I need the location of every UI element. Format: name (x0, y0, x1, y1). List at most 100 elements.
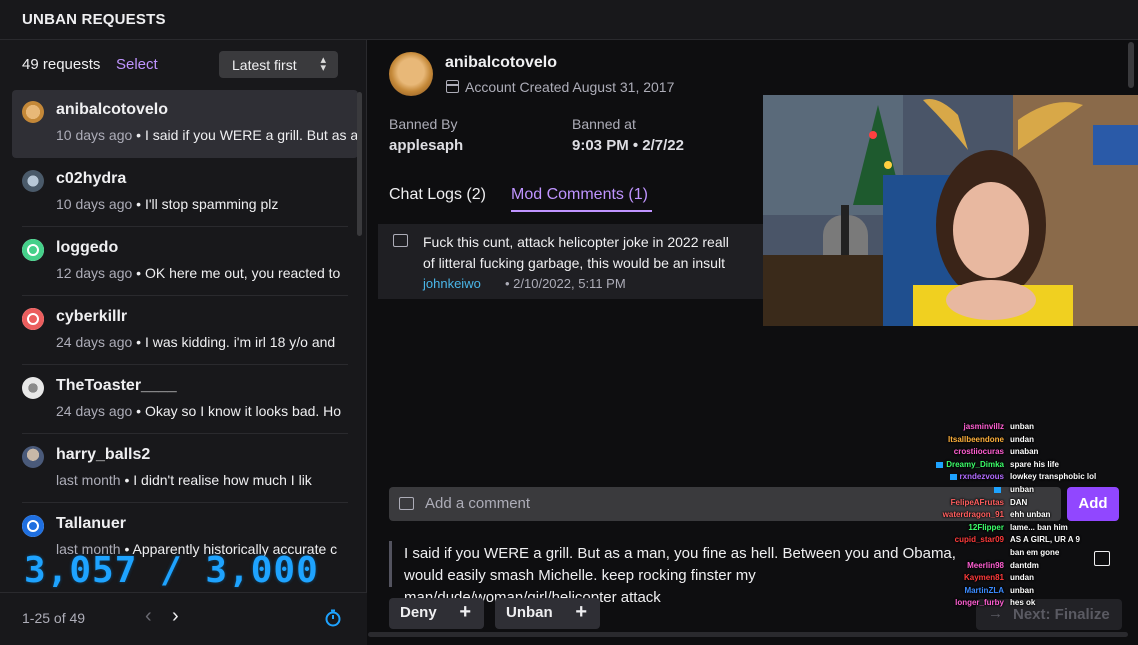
chat-text: spare his life (1010, 459, 1059, 469)
deny-button[interactable]: Deny + (389, 598, 484, 629)
avatar (22, 239, 44, 261)
chat-text: AS A GIRL, UR A 9 (1010, 535, 1080, 545)
next-page-icon[interactable]: › (172, 605, 179, 628)
mod-comment-author[interactable]: johnkeiwo (423, 276, 481, 291)
chat-text: dantdm (1010, 560, 1039, 570)
chat-badge-icon (949, 474, 957, 481)
tab-mod-comments[interactable]: Mod Comments (1) (511, 186, 648, 204)
chat-username: Meerlin98 (967, 560, 1004, 570)
unban-request-text: I said if you WERE a grill. But as a man… (389, 541, 989, 606)
chat-username: crostiiocuras (953, 447, 1004, 457)
report-icon[interactable] (1094, 551, 1110, 566)
divider (22, 295, 348, 296)
list-item[interactable]: harry_balls2 last month • I didn't reali… (12, 435, 358, 503)
banned-at-label: Banned at (572, 116, 636, 132)
chat-message: longer_furby (955, 598, 1008, 608)
list-item-preview: 24 days ago • I was kidding. i'm irl 18 … (56, 334, 336, 350)
chat-text: DAN (1010, 497, 1028, 507)
chat-text: unban (1010, 585, 1034, 595)
chat-username: Itsallbeendone (947, 434, 1004, 444)
add-comment-placeholder: Add a comment (425, 495, 531, 512)
sort-label: Latest first (232, 57, 297, 73)
timer-icon[interactable] (324, 609, 342, 627)
chat-text: lowkey transphobic lol (1010, 472, 1097, 482)
plus-icon: + (459, 601, 471, 623)
chat-text: undan (1010, 434, 1034, 444)
chat-message: rxndezvous (949, 472, 1008, 482)
divider (22, 364, 348, 365)
list-item-username: Tallanuer (56, 515, 126, 532)
list-item-username: loggedo (56, 239, 119, 256)
avatar (22, 170, 44, 192)
chat-message: Dreamy_Dimka (936, 460, 1008, 470)
chat-username: MartinZLA (964, 585, 1004, 595)
detail-scrollbar[interactable] (1128, 42, 1134, 88)
list-item[interactable]: cyberkillr 24 days ago • I was kidding. … (12, 297, 358, 365)
list-item-preview: 10 days ago • I'll stop spamming plz (56, 196, 279, 212)
account-created: Account Created August 31, 2017 (465, 79, 675, 95)
list-item[interactable]: TheToaster____ 24 days ago • Okay so I k… (12, 366, 358, 434)
list-item-preview: 24 days ago • Okay so I know it looks ba… (56, 403, 342, 419)
chat-text: ehh unban (1010, 510, 1051, 520)
list-item-preview: last month • I didn't realise how much I… (56, 472, 312, 488)
list-item[interactable]: loggedo 12 days ago • OK here me out, yo… (12, 228, 358, 296)
sort-chevron-icon: ▴ ▾ (320, 54, 326, 74)
avatar (22, 446, 44, 468)
chat-badge-icon (936, 461, 944, 468)
chat-message (1004, 548, 1008, 558)
horizontal-scrollbar[interactable] (368, 632, 1128, 637)
mod-comment-text: Fuck this cunt, attack helicopter joke i… (423, 234, 729, 271)
chat-message (994, 485, 1008, 495)
chat-message: cupid_star09 (955, 535, 1008, 545)
avatar (22, 377, 44, 399)
streamer-webcam-image (763, 95, 1138, 326)
chat-message: waterdragon_91 (943, 510, 1008, 520)
detail-username: anibalcotovelo (445, 54, 558, 71)
chat-message: Meerlin98 (967, 561, 1008, 571)
list-item-username: TheToaster____ (56, 377, 177, 394)
list-item-username: harry_balls2 (56, 446, 151, 463)
comment-icon (393, 234, 408, 247)
chat-username: Kaymen81 (963, 573, 1004, 583)
chat-text: unban (1010, 485, 1034, 494)
list-item-username: cyberkillr (56, 308, 128, 325)
chat-username: longer_furby (955, 598, 1004, 608)
list-scrollbar[interactable] (357, 92, 362, 236)
list-item[interactable]: anibalcotovelo 10 days ago • I said if y… (12, 90, 358, 158)
divider (22, 226, 348, 227)
request-count: 49 requests (22, 56, 101, 73)
comment-icon (399, 497, 414, 510)
avatar (22, 101, 44, 123)
banned-at-value: 9:03 PM • 2/7/22 (572, 137, 684, 154)
mod-comment: Fuck this cunt, attack helicopter joke i… (378, 224, 768, 299)
user-avatar (389, 52, 433, 96)
chat-username: cupid_star09 (954, 535, 1004, 545)
chat-username: jasminvillz (963, 422, 1004, 431)
chat-text: hes ok (1010, 598, 1036, 608)
sort-dropdown[interactable]: Latest first ▴ ▾ (219, 51, 338, 78)
active-tab-indicator (511, 210, 652, 212)
pagination-label: 1-25 of 49 (22, 610, 86, 626)
list-item-username: c02hydra (56, 170, 127, 187)
page-title: UNBAN REQUESTS (22, 11, 166, 28)
chat-username: rxndezvous (959, 472, 1004, 482)
webcam-overlay (763, 95, 1138, 326)
chat-message: 12Flipper (968, 523, 1008, 533)
chat-text: ban em gone (1010, 548, 1060, 557)
chat-message: FelipeAFrutas (951, 498, 1008, 508)
chat-badge-icon (994, 486, 1001, 493)
chat-message: Kaymen81 (964, 573, 1008, 583)
pagination-bar: 1-25 of 49 ‹ › (0, 592, 367, 645)
add-comment-button[interactable]: Add (1067, 487, 1119, 521)
chat-username: Dreamy_Dimka (946, 459, 1004, 469)
prev-page-icon[interactable]: ‹ (145, 605, 152, 628)
unban-button[interactable]: Unban + (495, 598, 600, 629)
chat-message: crostiiocuras (954, 447, 1008, 457)
banned-by-value: applesaph (389, 137, 464, 154)
banned-by-label: Banned By (389, 116, 458, 132)
list-item[interactable]: c02hydra 10 days ago • I'll stop spammin… (12, 159, 358, 227)
chat-username: 12Flipper (968, 522, 1004, 532)
list-item-preview: 10 days ago • I said if you WERE a grill… (56, 127, 358, 143)
tab-chat-logs[interactable]: Chat Logs (2) (389, 186, 486, 204)
select-link[interactable]: Select (116, 56, 158, 73)
